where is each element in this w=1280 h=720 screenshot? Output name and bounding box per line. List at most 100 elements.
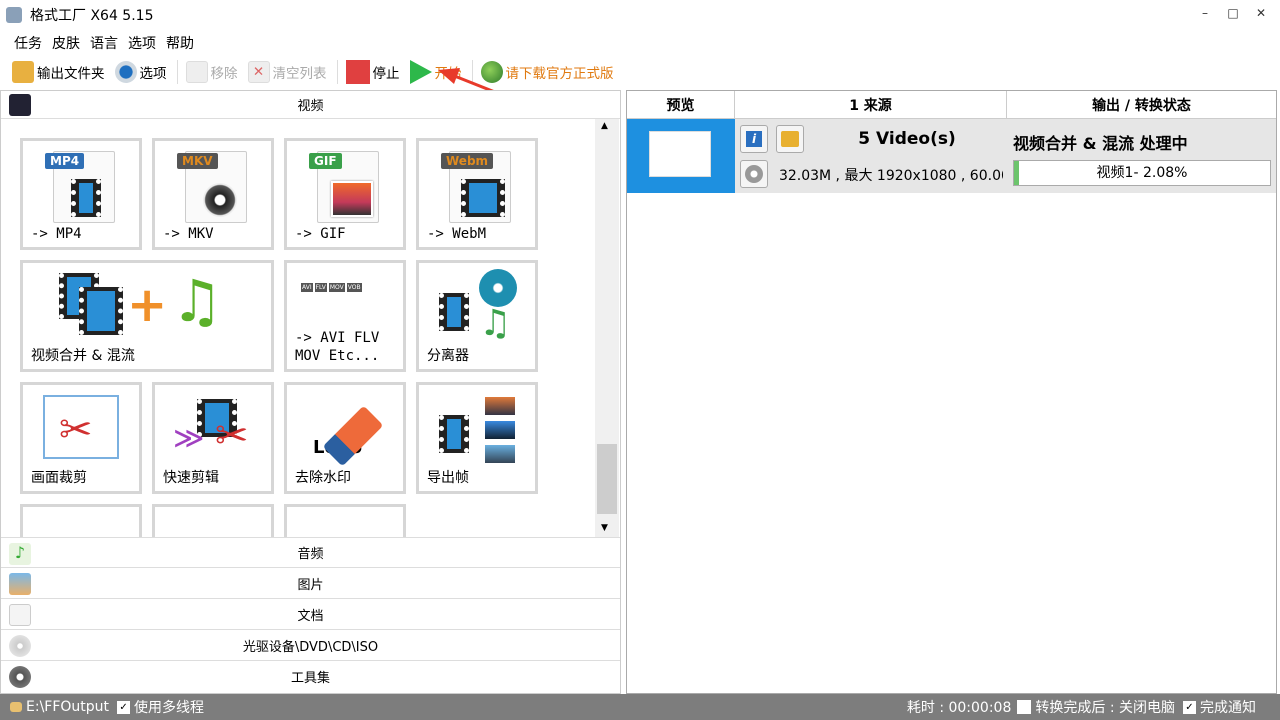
maximize-button[interactable]: □ <box>1218 6 1248 20</box>
tile-remove-watermark[interactable]: Logo去除水印 <box>284 382 406 494</box>
clear-list-label: 清空列表 <box>272 66 327 82</box>
reel-icon <box>479 269 517 307</box>
progress-text: 视频1- 2.08% <box>1096 165 1188 181</box>
document-icon <box>9 604 31 626</box>
menu-help[interactable]: 帮助 <box>166 33 194 53</box>
tile-partial[interactable] <box>152 504 274 537</box>
tile-crop[interactable]: ✂ 画面裁剪 <box>20 382 142 494</box>
scrollbar-thumb[interactable] <box>597 444 617 514</box>
tile-merge-mux[interactable]: + ♫ 视频合并 & 混流 <box>20 260 274 372</box>
video-tools-grid: MP4 -> MP4 MKV -> MKV GIF -> GIF Webm -> Web… <box>1 119 595 537</box>
minimize-button[interactable]: – <box>1190 6 1220 20</box>
category-label: 光驱设备\DVD\CD\ISO <box>242 639 379 655</box>
category-panel: 视频 MP4 -> MP4 MKV -> MKV GIF -> GIF Webm -> … <box>0 90 621 694</box>
frame-image-icon <box>485 445 515 463</box>
tile-to-mkv[interactable]: MKV -> MKV <box>152 138 274 250</box>
category-label: 工具集 <box>290 671 330 686</box>
divider <box>176 60 178 84</box>
tile-export-frames[interactable]: 导出帧 <box>416 382 538 494</box>
source-details-text: 32.03M , 最大 1920x1080 , 60.00fps <box>778 168 1003 184</box>
image-icon <box>331 181 373 217</box>
preview-thumbnail <box>627 119 735 193</box>
tile-label: 视频合并 & 混流 <box>31 348 135 364</box>
menu-skin[interactable]: 皮肤 <box>52 33 80 53</box>
play-icon <box>409 60 432 84</box>
category-label: 文档 <box>297 608 324 624</box>
stop-button[interactable]: 停止 <box>345 60 400 84</box>
tile-partial[interactable] <box>20 504 142 537</box>
tile-quick-cut[interactable]: ✂ ≫ 快速剪辑 <box>152 382 274 494</box>
source-count: 5 Video(s) <box>858 129 956 149</box>
preview-image <box>649 131 711 177</box>
category-video[interactable]: 视频 <box>1 91 620 119</box>
vertical-scrollbar[interactable]: ▲ ▼ <box>595 119 619 537</box>
progress-bar: 视频1- 2.08% <box>1013 160 1271 186</box>
scroll-up-arrow-icon[interactable]: ▲ <box>601 121 608 131</box>
category-toolbox[interactable]: 工具集 <box>1 661 620 692</box>
multithread-checkbox[interactable]: ✓ <box>117 700 131 714</box>
gif-badge: GIF <box>309 153 342 169</box>
tile-label: 分离器 <box>427 348 469 364</box>
output-folder-button[interactable]: 输出文件夹 <box>12 61 105 83</box>
column-header-output-status[interactable]: 输出 / 转换状态 <box>1007 91 1276 119</box>
vob-badge: VOB <box>346 283 362 292</box>
frame-image-icon <box>485 421 515 439</box>
film-icon <box>439 415 469 453</box>
app-logo-icon <box>6 7 22 23</box>
film-icon <box>79 287 123 335</box>
close-button[interactable]: ✕ <box>1246 6 1276 20</box>
category-image[interactable]: 图片 <box>1 568 620 599</box>
menu-task[interactable]: 任务 <box>14 33 42 53</box>
output-path[interactable]: E:\FFOutput <box>26 699 109 715</box>
clear-list-button[interactable]: ✕ 清空列表 <box>247 61 327 83</box>
remove-button[interactable]: 移除 <box>185 61 238 83</box>
music-note-icon: ♫ <box>479 303 512 344</box>
folder-icon <box>781 131 799 147</box>
open-folder-button[interactable] <box>776 125 804 153</box>
task-row[interactable]: i 5 Video(s) 32.03M , 最大 1920x1080 , 60.… <box>627 119 1276 193</box>
format-icons: AVI FLV MOV VOB <box>301 283 362 292</box>
tile-label: -> WebM <box>427 226 487 242</box>
stop-icon <box>345 60 370 84</box>
category-optical-disc[interactable]: 光驱设备\DVD\CD\ISO <box>1 630 620 661</box>
frame-image-icon <box>485 397 515 415</box>
info-button[interactable]: i <box>740 125 768 153</box>
menu-options[interactable]: 选项 <box>128 33 156 53</box>
scroll-down-arrow-icon[interactable]: ▼ <box>601 523 608 533</box>
tile-to-mp4[interactable]: MP4 -> MP4 <box>20 138 142 250</box>
column-header-preview[interactable]: 预览 <box>627 91 735 119</box>
category-label: 视频 <box>297 99 324 114</box>
tile-to-avi-flv-mov[interactable]: AVI FLV MOV VOB -> AVI FLV MOV Etc... <box>284 260 406 372</box>
music-note-icon: ♪ <box>9 543 31 565</box>
notify-checkbox[interactable]: ✓ <box>1183 700 1196 714</box>
tile-partial[interactable] <box>284 504 406 537</box>
clear-icon: ✕ <box>247 61 270 83</box>
mkv-badge: MKV <box>177 153 218 169</box>
settings-button[interactable] <box>740 160 768 188</box>
remove-label: 移除 <box>210 66 238 82</box>
shutdown-after-checkbox[interactable] <box>1017 700 1032 714</box>
scissors-icon: ✂ <box>215 413 249 459</box>
progress-fill <box>1014 161 1020 185</box>
elapsed-time: 耗时 : 00:00:08 <box>906 700 1012 716</box>
shutdown-after-label: 转换完成后 : 关闭电脑 <box>1035 700 1175 716</box>
category-label: 音频 <box>297 547 324 562</box>
webm-badge: Webm <box>441 153 494 169</box>
notify-label: 完成通知 <box>1200 700 1256 716</box>
film-icon <box>9 94 31 116</box>
category-document[interactable]: 文档 <box>1 599 620 630</box>
menu-language[interactable]: 语言 <box>90 33 118 53</box>
column-header-source[interactable]: 1 来源 <box>735 91 1007 119</box>
tile-to-webm[interactable]: Webm -> WebM <box>416 138 538 250</box>
category-label: 图片 <box>297 577 324 593</box>
tile-label: -> MP4 <box>31 226 82 242</box>
category-audio[interactable]: ♪ 音频 <box>1 537 620 568</box>
options-button[interactable]: 选项 <box>114 61 167 83</box>
mov-badge: MOV <box>328 283 345 292</box>
stop-label: 停止 <box>372 66 400 82</box>
film-icon <box>461 179 505 217</box>
tile-to-gif[interactable]: GIF -> GIF <box>284 138 406 250</box>
folder-icon <box>10 702 22 712</box>
multithread-label: 使用多线程 <box>134 700 205 716</box>
tile-splitter[interactable]: ♫ 分离器 <box>416 260 538 372</box>
